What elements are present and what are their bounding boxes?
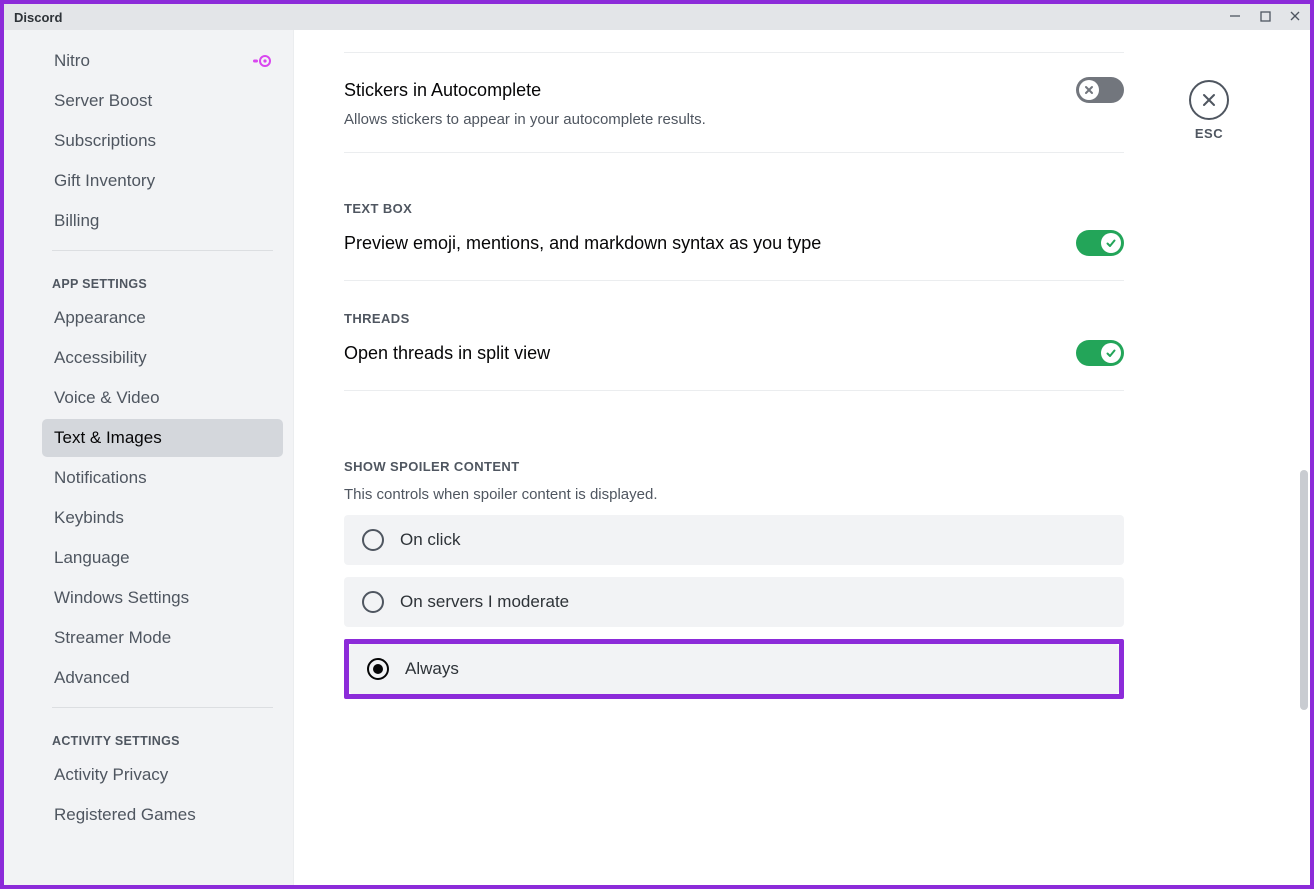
esc-label: ESC [1164,126,1254,141]
sidebar-item-voice-video[interactable]: Voice & Video [42,379,283,417]
toggle-threads-split-view[interactable] [1076,340,1124,366]
sidebar-item-keybinds[interactable]: Keybinds [42,499,283,537]
sidebar-item-label: Voice & Video [54,388,160,408]
sidebar-item-label: Streamer Mode [54,628,171,648]
highlight-selected-option: Always [344,639,1124,699]
app-name: Discord [14,10,62,25]
spoiler-option-always[interactable]: Always [349,644,1119,694]
sidebar-header-activity-settings: ACTIVITY SETTINGS [42,712,283,756]
radio-label: On click [400,530,460,550]
sidebar-divider [52,250,273,251]
sidebar-item-windows-settings[interactable]: Windows Settings [42,579,283,617]
sidebar-item-label: Notifications [54,468,147,488]
spoiler-option-servers-moderate[interactable]: On servers I moderate [344,577,1124,627]
sidebar-header-app-settings: APP SETTINGS [42,255,283,299]
sidebar-divider [52,707,273,708]
sidebar-item-notifications[interactable]: Notifications [42,459,283,497]
radio-label: On servers I moderate [400,592,569,612]
sidebar-item-label: Billing [54,211,99,231]
sidebar-item-label: Registered Games [54,805,196,825]
radio-icon [362,529,384,551]
scrollbar-thumb[interactable] [1300,470,1308,710]
sidebar-item-accessibility[interactable]: Accessibility [42,339,283,377]
sidebar-item-text-images[interactable]: Text & Images [42,419,283,457]
sidebar-item-gift-inventory[interactable]: Gift Inventory [42,162,283,200]
toggle-knob [1101,343,1121,363]
sidebar-item-label: Server Boost [54,91,152,111]
sidebar-item-nitro[interactable]: Nitro [42,42,283,80]
sidebar-item-registered-games[interactable]: Registered Games [42,796,283,834]
sidebar-item-label: Accessibility [54,348,147,368]
sidebar-item-server-boost[interactable]: Server Boost [42,82,283,120]
sidebar-item-streamer-mode[interactable]: Streamer Mode [42,619,283,657]
radio-icon [367,658,389,680]
window-controls [1226,10,1304,25]
window-titlebar: Discord [4,4,1310,30]
setting-title: Preview emoji, mentions, and markdown sy… [344,233,821,254]
spoiler-option-on-click[interactable]: On click [344,515,1124,565]
sidebar-item-label: Windows Settings [54,588,189,608]
sidebar-item-label: Appearance [54,308,146,328]
sidebar-item-label: Nitro [54,51,90,71]
nitro-icon [253,52,271,70]
toggle-knob [1079,80,1099,100]
sidebar-item-label: Keybinds [54,508,124,528]
toggle-knob [1101,233,1121,253]
setting-stickers-autocomplete: Stickers in Autocomplete Allows stickers… [344,53,1124,152]
close-column: ESC [1164,30,1254,885]
sidebar-item-appearance[interactable]: Appearance [42,299,283,337]
section-description-spoiler: This controls when spoiler content is di… [344,486,1124,503]
close-icon [1201,92,1217,108]
settings-content: Stickers in Autocomplete Allows stickers… [294,30,1164,885]
settings-sidebar: Nitro Server Boost Subscriptions Gift In… [4,30,294,885]
sidebar-item-label: Advanced [54,668,130,688]
setting-preview-typing: Preview emoji, mentions, and markdown sy… [344,216,1124,280]
window-close-button[interactable] [1286,10,1304,25]
sidebar-item-label: Gift Inventory [54,171,155,191]
close-settings-button[interactable] [1189,80,1229,120]
sidebar-item-label: Subscriptions [54,131,156,151]
setting-description: Allows stickers to appear in your autoco… [344,111,1124,128]
radio-label: Always [405,659,459,679]
toggle-preview-typing[interactable] [1076,230,1124,256]
sidebar-item-advanced[interactable]: Advanced [42,659,283,697]
setting-title: Stickers in Autocomplete [344,80,541,101]
sidebar-item-activity-privacy[interactable]: Activity Privacy [42,756,283,794]
sidebar-item-label: Text & Images [54,428,162,448]
setting-title: Open threads in split view [344,343,550,364]
sidebar-item-language[interactable]: Language [42,539,283,577]
toggle-stickers-autocomplete[interactable] [1076,77,1124,103]
section-header-text-box: TEXT BOX [344,201,1124,216]
sidebar-item-label: Language [54,548,130,568]
radio-icon [362,591,384,613]
sidebar-item-label: Activity Privacy [54,765,168,785]
window-minimize-button[interactable] [1226,10,1244,25]
setting-threads-split-view: Open threads in split view [344,326,1124,390]
section-header-threads: THREADS [344,311,1124,326]
window-maximize-button[interactable] [1256,10,1274,25]
sidebar-item-billing[interactable]: Billing [42,202,283,240]
sidebar-item-subscriptions[interactable]: Subscriptions [42,122,283,160]
section-header-spoiler: SHOW SPOILER CONTENT [344,459,1124,474]
